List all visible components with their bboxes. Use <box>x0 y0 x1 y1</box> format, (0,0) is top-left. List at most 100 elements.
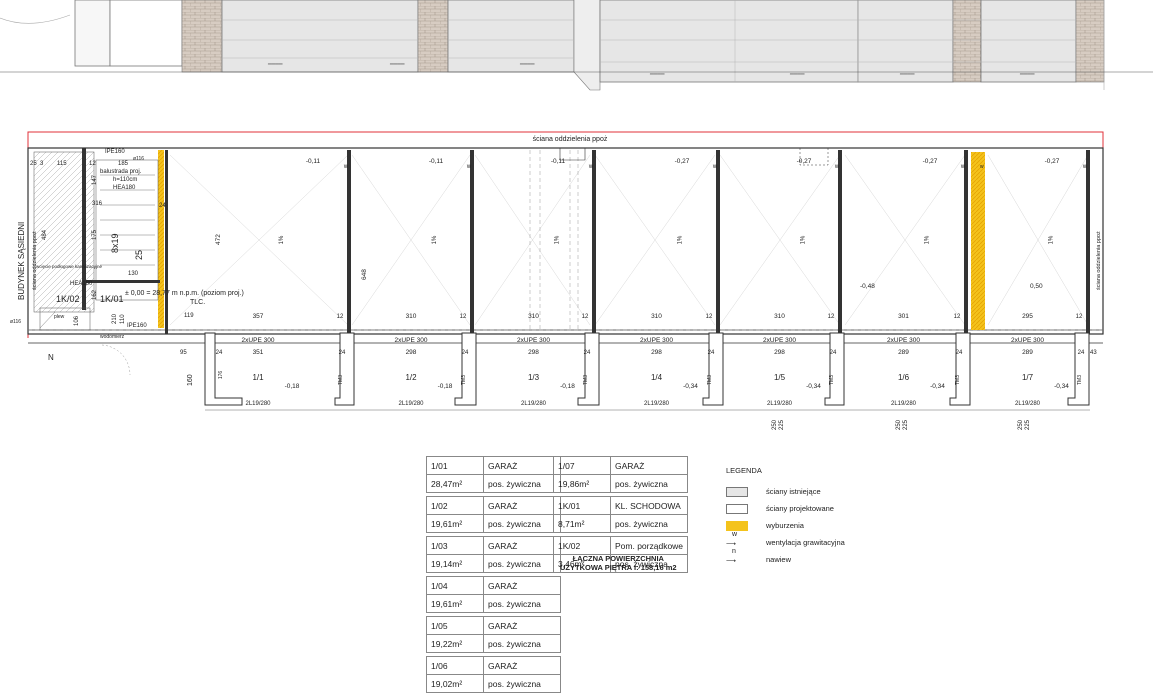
garage-floor-level: -0,34 <box>930 383 945 390</box>
wall-dim-12: 12 <box>706 314 713 320</box>
room-code: 1K/01 <box>553 496 611 515</box>
lintel-label: 2L19/280 <box>245 401 271 407</box>
room-row-details: 19,61m² pos. żywiczna <box>426 594 561 613</box>
room-row: 1/02 GARAŻ <box>426 496 561 515</box>
column-label: TM3 <box>1077 375 1083 385</box>
legend-label: ściany istniejące <box>766 487 821 496</box>
legend-designed-walls: ściany projektowane <box>726 500 845 517</box>
legend-existing-walls: ściany istniejące <box>726 483 845 500</box>
garage-width-bottom: 298 <box>651 349 662 356</box>
fire-separation-line: ściana oddzielenia ppoż <box>27 131 1104 338</box>
demolition-swatch <box>726 520 748 531</box>
room-1k02-label: 1K/02 <box>56 294 80 304</box>
wodomierz-label: wodomierz <box>100 334 125 340</box>
dim-130: 130 <box>128 271 139 277</box>
garage-width-bottom: 289 <box>898 349 909 356</box>
dim-225: 225 <box>779 419 785 430</box>
inlet-arrow-icon: n ⟶ <box>726 547 737 565</box>
beam-label: 2xUPE 300 <box>640 337 673 344</box>
vent-mark: w <box>712 164 718 170</box>
ventilation-arrow-icon: w ⟶ <box>726 530 738 548</box>
garage-code: 1/5 <box>774 373 786 382</box>
dim-12a: 12 <box>89 161 96 167</box>
room-row: 1/03 GARAŻ <box>426 536 561 555</box>
dim-119: 119 <box>184 313 194 319</box>
room-schedule-left: 1/01 GARAŻ 28,47m² pos. żywiczna 1/02 GARAŻ 19… <box>426 456 561 693</box>
garage-code: 1/7 <box>1022 373 1034 382</box>
room-floor: pos. żywiczna <box>609 514 689 533</box>
beam-label: 2xUPE 300 <box>395 337 428 344</box>
garage-slope: 1% <box>1049 235 1055 244</box>
demolition-wall-1-7 <box>971 152 985 330</box>
room-row-details: 28,47m² pos. żywiczna <box>426 474 561 493</box>
svg-text:━━━━: ━━━━ <box>899 72 915 78</box>
garage-ceiling-level: -0,27 <box>923 158 938 165</box>
garage-ceiling-level: -0,27 <box>1045 158 1060 165</box>
room-code: 1/02 <box>426 496 484 515</box>
garage-floor-level: -0,18 <box>438 383 453 390</box>
wall-dim-24: 24 <box>956 350 963 356</box>
room-name: GARAŻ <box>483 496 561 515</box>
room-area: 19,02m² <box>426 674 484 693</box>
dim-175: 175 <box>92 229 98 240</box>
room-area: 19,61m² <box>426 594 484 613</box>
garage-code: 1/1 <box>252 373 264 382</box>
wall-dim-12: 12 <box>828 314 835 320</box>
wall-dim-24: 24 <box>462 350 469 356</box>
right-fire-label: ściana oddzielenia ppoż <box>1096 231 1102 290</box>
room-row: 1/06 GARAŻ <box>426 656 561 675</box>
room-area: 19,14m² <box>426 554 484 573</box>
vent-mark: w <box>588 164 594 170</box>
svg-text:━━━━: ━━━━ <box>649 72 665 78</box>
column-label: TM3 <box>955 375 961 385</box>
total-area-summary: ŁĄCZNA POWIERZCHNIA UŻYTKOWA PIĘTRA I: 1… <box>560 554 677 572</box>
lintel-label: 2L19/280 <box>1015 401 1041 407</box>
tlc-label: TLC. <box>190 299 205 306</box>
garage-width-top: 357 <box>253 313 264 320</box>
north-label: N <box>48 353 54 362</box>
dim-95: 95 <box>180 350 187 356</box>
ipe-top-label: IPE160 <box>105 149 125 155</box>
hea-top-label: HEA180 <box>113 185 136 191</box>
dim-210: 210 <box>112 313 118 324</box>
legend-air-inlet: n ⟶ nawiew <box>726 547 845 568</box>
wall-dim-12: 12 <box>954 314 961 320</box>
garage-code: 1/6 <box>898 373 910 382</box>
legend-ventilation: w ⟶ wentylacja grawitacyjna <box>726 530 845 551</box>
staircase: IPE160 balustrada proj. h=110cm HEA180 H… <box>10 148 1102 376</box>
room-row-details: 19,02m² pos. żywiczna <box>426 674 561 693</box>
garage-width-top: 310 <box>651 313 662 320</box>
room-name: GARAŻ <box>483 616 561 635</box>
column-label: TM3 <box>461 375 467 385</box>
garage-slope: 1% <box>555 235 561 244</box>
garage-width-top: 310 <box>406 313 417 320</box>
garage-code: 1/4 <box>651 373 663 382</box>
room-code: 1/01 <box>426 456 484 475</box>
room-code: 1/04 <box>426 576 484 595</box>
room-code: 1/06 <box>426 656 484 675</box>
room-name: KL. SCHODOWA <box>609 496 689 515</box>
room-row: 1/07 GARAŻ <box>553 456 689 475</box>
garage-floor-level: -0,18 <box>560 383 575 390</box>
room-row-details: 8,71m² pos. żywiczna <box>553 514 689 533</box>
garage-slope: 1% <box>801 235 807 244</box>
svg-text:━━━━: ━━━━ <box>1019 72 1035 78</box>
column-label: TM3 <box>583 375 589 385</box>
room-row: 1/04 GARAŻ <box>426 576 561 595</box>
dim-115: 115 <box>57 161 67 167</box>
wall-dim-12: 12 <box>1076 314 1083 320</box>
wall-dim-12: 12 <box>337 314 344 320</box>
wall-dim-12: 12 <box>582 314 589 320</box>
lintel-label: 2L19/280 <box>521 401 547 407</box>
dim-316: 316 <box>92 201 103 207</box>
beam-label: 2xUPE 300 <box>887 337 920 344</box>
garage-width-bottom: 298 <box>406 349 417 356</box>
legend: LEGENDA ściany istniejące ściany projekt… <box>726 466 845 568</box>
level-048: -0,48 <box>860 283 875 290</box>
dim-250: 250 <box>896 419 902 430</box>
room-row: 1K/02 Pom. porządkowe <box>553 536 689 555</box>
dim-43: 43 <box>1090 350 1097 356</box>
garage-ceiling-level: -0,11 <box>429 158 444 165</box>
designed-wall-swatch <box>726 503 748 514</box>
vent-mark: w <box>834 164 840 170</box>
